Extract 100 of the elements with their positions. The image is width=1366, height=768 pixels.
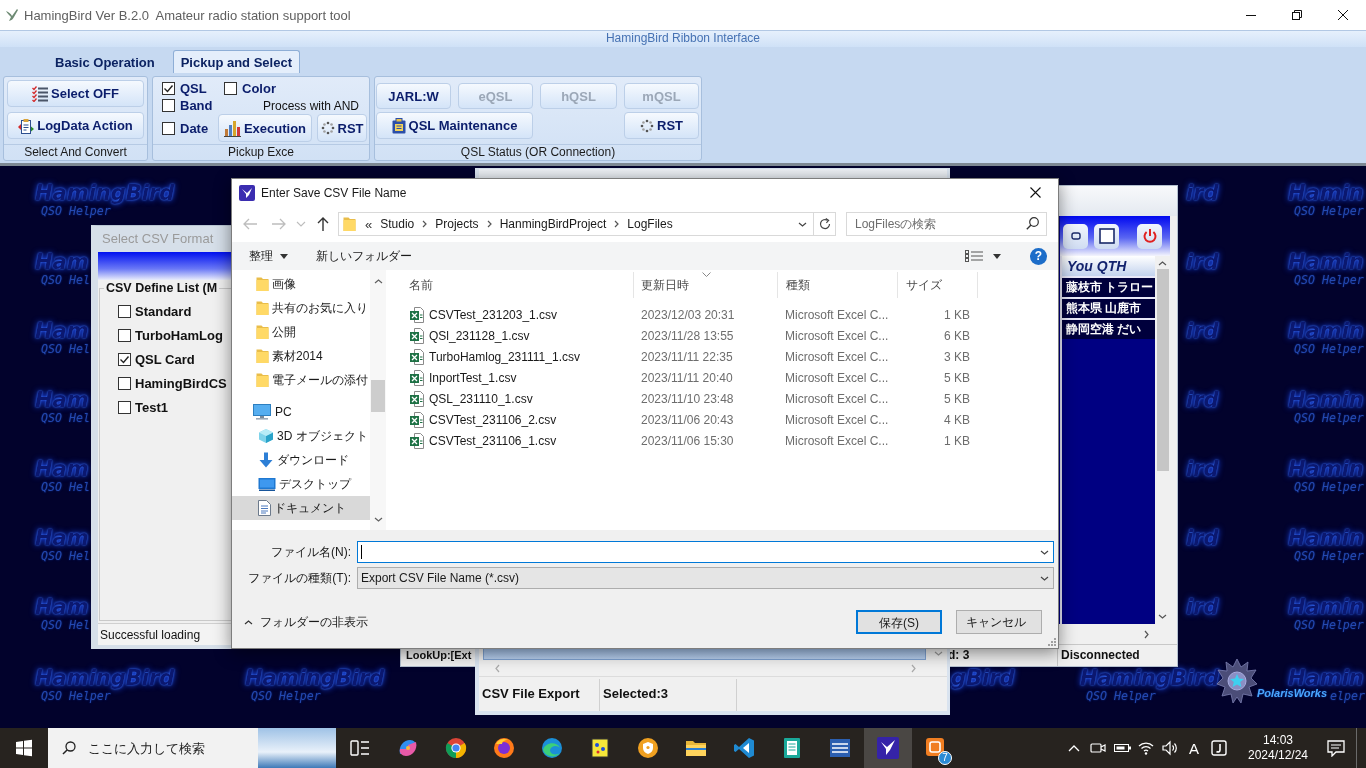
nav-item[interactable]: 3D オブジェクト [232, 424, 370, 448]
checkbox[interactable]: Standard [118, 299, 232, 323]
ribbon-button[interactable]: QSL Maintenance [376, 112, 533, 139]
wallpaper-logo-text: HamingBird [245, 668, 385, 688]
ribbon-button[interactable]: RST [317, 114, 367, 142]
caret-down-icon [280, 253, 288, 259]
nav-item[interactable]: 電子メールの添付 [232, 368, 370, 392]
chevron-right-icon [911, 663, 916, 673]
scrollbar-thumb[interactable] [1156, 269, 1169, 471]
taskbar-app-button[interactable] [864, 728, 912, 768]
checkbox[interactable]: Color [224, 80, 367, 97]
file-name[interactable]: QSL_231110_1.csv [429, 391, 533, 406]
restore-icon [1292, 10, 1302, 20]
view-options-button[interactable] [965, 250, 1001, 262]
breadcrumb-button[interactable]: Studio [376, 217, 419, 231]
breadcrumb-button[interactable]: HanmingBirdProject [495, 217, 611, 231]
checkbox[interactable]: QSL [162, 80, 218, 97]
nav-item[interactable]: 共有のお気に入り [232, 296, 370, 320]
breadcrumb-button[interactable]: LogFiles [623, 217, 677, 231]
file-type-dropdown[interactable]: Export CSV File Name (*.csv) [357, 567, 1054, 589]
column-header[interactable]: 更新日時 [634, 272, 778, 298]
scrollbar[interactable] [370, 270, 386, 530]
notification-icon [1327, 739, 1345, 757]
checkbox[interactable]: TurboHamLog [118, 323, 232, 347]
column-header[interactable]: 種類 [778, 272, 898, 298]
address-bar[interactable]: « Studio Projects HanmingBirdProject LogFiles [338, 212, 836, 236]
new-folder-button[interactable]: 新しいフォルダー [316, 247, 412, 265]
ribbon-button[interactable]: Select OFF [7, 80, 144, 107]
scrollbar-thumb[interactable] [371, 380, 385, 412]
speaker-icon [1162, 740, 1178, 756]
group-label: CSV Define List (M [105, 281, 219, 296]
file-name[interactable]: CSVTest_231203_1.csv [429, 307, 558, 322]
clock-date[interactable]: 2024/12/24 [1247, 748, 1309, 763]
file-name[interactable]: CSVTest_231106_1.csv [429, 433, 557, 448]
file-name[interactable]: InportTest_1.csv [429, 370, 517, 385]
wallpaper-logo-text: HamingBird [1080, 668, 1220, 688]
wallpaper-subtitle: QSO Helper [1294, 481, 1364, 494]
ribbon-button[interactable]: RST [624, 112, 699, 139]
ribbon-tab[interactable]: Pickup and Select [172, 50, 300, 73]
help-button[interactable]: ? [1030, 247, 1047, 265]
search-field[interactable]: LogFilesの検索 [846, 212, 1047, 236]
search-box[interactable]: ここに入力して検索 [48, 728, 258, 768]
ribbon-button[interactable]: LogData Action [7, 112, 144, 139]
down-arrow-icon [258, 452, 274, 468]
nav-item[interactable]: 公開 [232, 320, 370, 344]
tool-button[interactable] [1063, 223, 1088, 249]
checkbox[interactable]: QSL Card [118, 347, 232, 371]
checkbox[interactable]: Test1 [118, 395, 232, 419]
file-name[interactable]: QSl_231128_1.csv [429, 328, 530, 343]
ribbon-button[interactable]: JARL:W [376, 83, 451, 109]
tool-button[interactable] [1094, 223, 1119, 249]
nav-item[interactable]: 画像 [232, 272, 370, 296]
breadcrumb-overflow-button[interactable]: « [361, 216, 377, 232]
caret-down-icon [993, 253, 1001, 259]
column-header[interactable]: 名前 [388, 272, 634, 298]
column-header[interactable]: サイズ [898, 272, 978, 298]
field-label: ファイルの種類(T): [247, 569, 351, 587]
wallpaper-subtitle: QSO Helper [1294, 412, 1364, 425]
checkbox[interactable]: HamingBirdCS [118, 371, 232, 395]
hide-folders-button[interactable]: フォルダーの非表示 [244, 613, 368, 631]
bird-tile-icon [239, 184, 255, 201]
monitor-icon [258, 477, 276, 491]
dialog-button[interactable]: キャンセル [956, 610, 1042, 634]
nav-item[interactable]: ダウンロード [232, 448, 370, 472]
file-name[interactable]: TurboHamlog_231111_1.csv [429, 349, 580, 364]
scrollbar[interactable] [1155, 256, 1170, 624]
folder-icon [256, 324, 269, 340]
group-label: Pickup Exce [153, 144, 369, 160]
wallpaper-subtitle: QSO Helper [41, 690, 111, 703]
taskbar-app-button[interactable]: 7 [912, 728, 960, 768]
chevron-right-icon [486, 220, 492, 228]
tool-button[interactable] [1137, 223, 1162, 249]
dialog-button[interactable]: 保存(S) [856, 610, 942, 634]
input-mode-button[interactable]: A [1182, 728, 1206, 768]
filename-field[interactable] [357, 541, 1054, 563]
organize-button[interactable]: 整理 [249, 247, 288, 265]
file-name[interactable]: CSVTest_231106_2.csv [429, 412, 557, 427]
folder-icon [256, 348, 269, 364]
spreadsheet-file-icon [410, 432, 424, 449]
clock-time[interactable]: 14:03 [1263, 733, 1293, 748]
status-text: Disconnected [1060, 647, 1141, 664]
ribbon-button[interactable]: Execution [218, 114, 312, 142]
checkbox[interactable]: Date [162, 114, 218, 142]
checkbox[interactable]: Band [162, 97, 218, 114]
wallpaper-logo-text: ird [1186, 597, 1219, 617]
nav-item[interactable]: PC [232, 400, 370, 424]
start-menu-icon [15, 739, 33, 757]
nav-item[interactable]: ドキュメント [232, 496, 370, 520]
nav-item[interactable]: デスクトップ [232, 472, 370, 496]
nav-item[interactable]: 素材2014 [232, 344, 370, 368]
ribbon-tab[interactable]: Basic Operation [47, 50, 163, 73]
chevron-up-icon [244, 619, 253, 625]
dotted-ring-icon [320, 121, 335, 135]
chevron-down-icon [296, 221, 306, 227]
wallpaper-logo-text: HamingBird [35, 183, 175, 203]
spreadsheet-file-icon [410, 306, 424, 323]
wallpaper-subtitle: elper [1330, 690, 1365, 703]
wave-circle-icon [540, 736, 564, 760]
breadcrumb-button[interactable]: Projects [431, 217, 483, 231]
wallpaper-logo-text: Ham [35, 252, 89, 272]
